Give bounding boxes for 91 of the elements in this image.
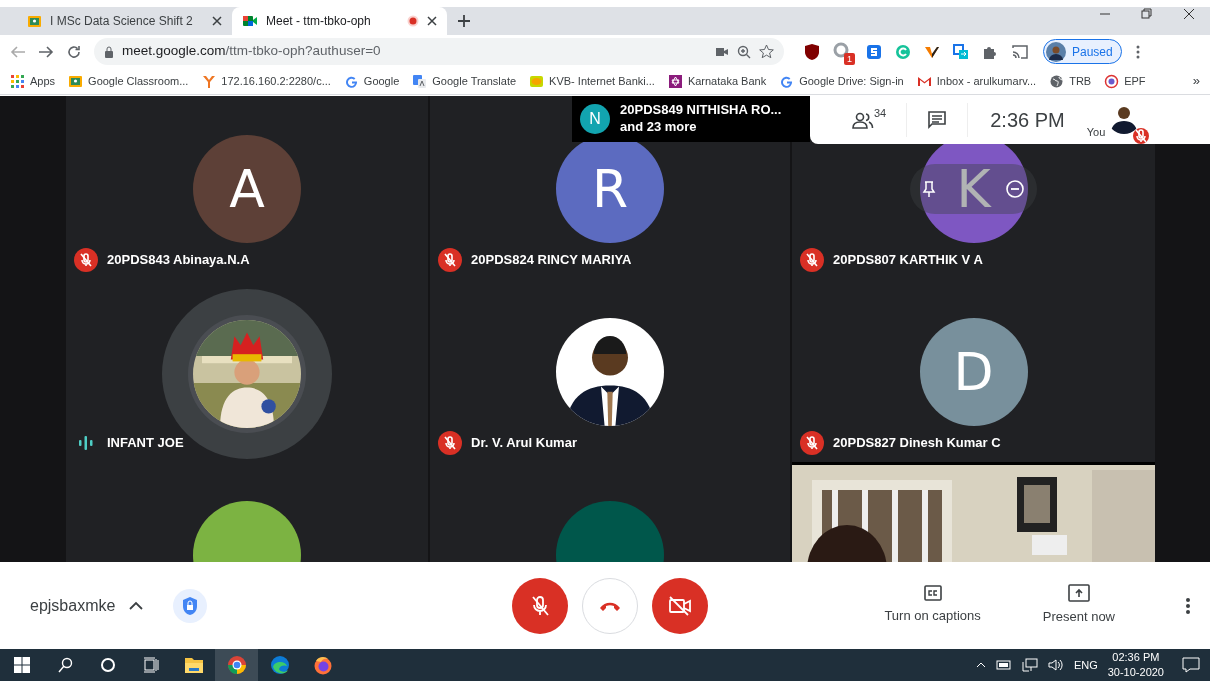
people-icon: [852, 111, 874, 129]
bookmark[interactable]: Google: [343, 72, 400, 90]
avatar-letter: N: [580, 104, 610, 134]
browser-tab[interactable]: Meet - ttm-tbko-oph: [232, 7, 447, 35]
firefox-icon[interactable]: [312, 655, 333, 675]
star-icon[interactable]: [759, 44, 774, 59]
close-icon[interactable]: [427, 16, 437, 26]
recording-icon: [407, 15, 419, 27]
fork-logo-icon: [201, 73, 217, 89]
participant-name: INFANT JOE: [107, 434, 184, 453]
camera-icon[interactable]: [715, 45, 729, 58]
windows-start-icon[interactable]: [13, 657, 30, 673]
shield-lock-icon: [182, 595, 199, 616]
browser-tab[interactable]: I MSc Data Science Shift 2: [17, 7, 232, 35]
participant-name: 20PDS827 Dinesh Kumar C: [833, 434, 1001, 453]
language-indicator[interactable]: ENG: [1073, 656, 1098, 674]
url-text: meet.google.com/ttm-tbko-oph?authuser=0: [122, 42, 382, 61]
participant-name: 20PDS824 RINCY MARIYA: [471, 251, 632, 270]
extension-icon[interactable]: 1: [833, 41, 853, 62]
classroom-icon: [68, 73, 84, 89]
shield-icon[interactable]: [804, 42, 820, 61]
muted-mic-icon: [530, 594, 551, 617]
cast-icon[interactable]: [1011, 43, 1029, 60]
present-screen-icon: [1067, 584, 1090, 603]
present-button[interactable]: Present now: [1036, 583, 1121, 628]
avatar-icon: [1046, 41, 1066, 62]
bookmark[interactable]: Karnataka Bank: [667, 72, 767, 90]
apps-grid-icon: [10, 73, 25, 89]
star-logo-icon: [667, 73, 683, 89]
bookmark[interactable]: Google Classroom...: [68, 72, 189, 90]
camera-logo-icon: [242, 14, 258, 28]
profile-button[interactable]: Paused: [1043, 39, 1122, 64]
globe-icon: [1049, 73, 1065, 89]
reload-icon[interactable]: [66, 43, 82, 60]
avatar-letter: D: [919, 318, 1028, 426]
lock-icon: [104, 45, 114, 58]
search-icon[interactable]: [56, 657, 73, 673]
folder-icon[interactable]: [183, 656, 204, 674]
security-button[interactable]: [173, 588, 208, 623]
chat-icon: [927, 110, 948, 130]
cortana-icon[interactable]: [99, 657, 116, 673]
task-view-icon[interactable]: [142, 657, 159, 673]
zoom-icon[interactable]: [737, 44, 751, 59]
chrome-icon[interactable]: [226, 655, 247, 675]
forward-icon[interactable]: [38, 43, 54, 60]
bookmark[interactable]: Apps: [10, 72, 56, 90]
bookmark[interactable]: TRB: [1049, 72, 1092, 90]
pin-icon[interactable]: [922, 180, 936, 198]
bookmark[interactable]: KVB- Internet Banki...: [529, 72, 655, 90]
taskbar-clock[interactable]: 02:36 PM 30-10-2020: [1107, 650, 1164, 680]
meeting-time: 2:36 PM: [989, 108, 1066, 133]
camera-off-icon: [668, 595, 693, 616]
restore-icon[interactable]: [1141, 8, 1153, 20]
network-icon[interactable]: [1021, 658, 1038, 672]
edge-icon[interactable]: [269, 655, 290, 675]
volume-icon[interactable]: [1047, 658, 1064, 672]
avatar-letter: A: [193, 135, 301, 243]
more-bookmarks-button[interactable]: »: [1192, 71, 1200, 91]
ring-icon: [833, 41, 849, 58]
notification-name: 20PDS849 NITHISHA RO...: [620, 102, 782, 119]
close-icon[interactable]: [212, 16, 222, 26]
close-icon[interactable]: [1183, 8, 1195, 20]
address-bar[interactable]: meet.google.com/ttm-tbko-oph?authuser=0: [94, 38, 784, 65]
captions-button[interactable]: Turn on captions: [878, 584, 987, 627]
chevron-up-icon[interactable]: [975, 662, 986, 668]
translate-icon: [412, 73, 428, 89]
more-icon[interactable]: [1135, 44, 1140, 59]
participant-name: 20PDS807 KARTHIK V A: [833, 251, 983, 270]
participant-name: 20PDS843 Abinaya.N.A: [107, 251, 250, 270]
caret-icon: [129, 601, 144, 610]
classroom-icon: [27, 13, 42, 29]
people-button[interactable]: 34: [832, 103, 908, 137]
new-tab-icon[interactable]: [457, 14, 471, 28]
s-extension-icon[interactable]: [866, 43, 882, 60]
seal-icon: [1104, 73, 1120, 89]
bank-logo-icon: [529, 73, 545, 89]
self-label: You: [1086, 124, 1106, 140]
remove-icon[interactable]: [1005, 179, 1025, 199]
more-options-icon[interactable]: [1186, 597, 1190, 614]
bookmark[interactable]: 172.16.160.2:2280/c...: [201, 72, 331, 90]
share-extension-icon[interactable]: [953, 43, 969, 60]
bookmark[interactable]: Google Drive: Sign-in: [779, 72, 904, 90]
bookmark[interactable]: Google Translate: [412, 72, 517, 90]
bookmark[interactable]: Inbox - arulkumarv...: [916, 72, 1037, 90]
notification-more: and 23 more: [620, 119, 698, 136]
notifications-icon[interactable]: [1182, 657, 1200, 673]
meeting-details-button[interactable]: epjsbaxmke: [30, 593, 144, 618]
participant-name: Dr. V. Arul Kumar: [471, 434, 577, 453]
captions-icon: [923, 585, 942, 602]
battery-icon[interactable]: [995, 660, 1012, 670]
bookmark[interactable]: EPF: [1104, 72, 1146, 90]
